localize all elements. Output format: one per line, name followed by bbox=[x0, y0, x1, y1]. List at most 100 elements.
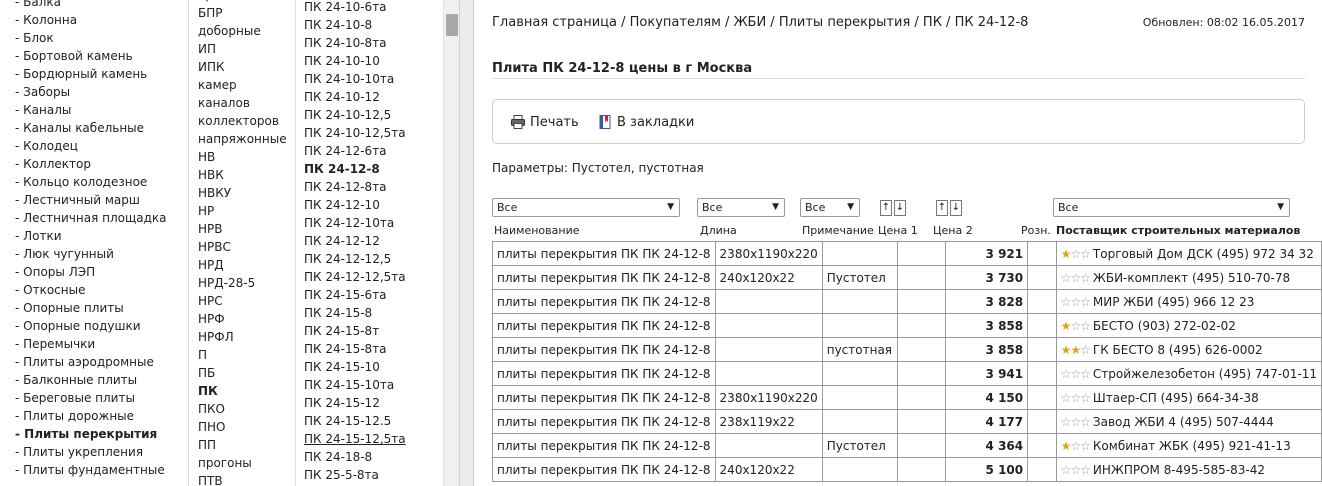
supplier-name[interactable]: Стройжелезобетон (495) 747-01-11 bbox=[1093, 367, 1317, 381]
model-item[interactable]: ПК 24-10-8та bbox=[304, 34, 406, 52]
type-item[interactable]: П bbox=[198, 346, 287, 364]
supplier-name[interactable]: Штаер-СП (495) 664-34-38 bbox=[1093, 391, 1259, 405]
table-row[interactable]: плиты перекрытия ПК ПК 24-12-8 238x119x22… bbox=[492, 409, 1322, 434]
category-item[interactable]: - Кольцо колодезное bbox=[15, 173, 167, 191]
type-item[interactable]: НРФ bbox=[198, 310, 287, 328]
model-item[interactable]: ПК 24-10-10 bbox=[304, 52, 406, 70]
category-item[interactable]: - Балка bbox=[15, 0, 167, 11]
type-item[interactable]: ПК bbox=[198, 382, 287, 400]
type-item[interactable]: НВКУ bbox=[198, 184, 287, 202]
type-item[interactable]: ПТВ bbox=[198, 472, 287, 486]
cell-supplier[interactable]: ★☆☆ Комбинат ЖБК (495) 921-41-13 bbox=[1055, 433, 1322, 458]
model-item[interactable]: ПК 24-15-8т bbox=[304, 322, 406, 340]
category-item[interactable]: - Опорные подушки bbox=[15, 317, 167, 335]
breadcrumb[interactable]: Главная страница / Покупателям / ЖБИ / П… bbox=[492, 15, 1028, 30]
category-item[interactable]: - Береговые плиты bbox=[15, 389, 167, 407]
supplier-name[interactable]: ГК БЕСТО 8 (495) 626-0002 bbox=[1093, 343, 1263, 357]
supplier-name[interactable]: ЖБИ-комплект (495) 510-70-78 bbox=[1093, 271, 1290, 285]
model-item[interactable]: ПК 24-10-12,5 bbox=[304, 106, 406, 124]
table-row[interactable]: плиты перекрытия ПК ПК 24-12-8 3 941 ☆☆☆ Ст… bbox=[492, 361, 1322, 386]
cell-supplier[interactable]: ☆☆☆ ЖБИ-комплект (495) 510-70-78 bbox=[1055, 265, 1322, 290]
type-item[interactable]: ИП bbox=[198, 40, 287, 58]
cell-supplier[interactable]: ☆☆☆ Завод ЖБИ 4 (495) 507-4444 bbox=[1055, 409, 1322, 434]
model-item[interactable]: ПК 25-5-8та bbox=[304, 466, 406, 484]
type-item[interactable]: доборные bbox=[198, 22, 287, 40]
model-item[interactable]: ПК 24-15-12.5 bbox=[304, 412, 406, 430]
model-item[interactable]: ПК 24-10-10та bbox=[304, 70, 406, 88]
type-item[interactable]: коллекторов bbox=[198, 112, 287, 130]
model-item[interactable]: ПК 24-15-10 bbox=[304, 358, 406, 376]
type-item[interactable]: каналов bbox=[198, 94, 287, 112]
length-filter-select[interactable]: Все ▼ bbox=[697, 198, 785, 217]
category-item[interactable]: - Плиты фундаментные bbox=[15, 461, 167, 479]
type-item[interactable]: НР bbox=[198, 202, 287, 220]
name-filter-select[interactable]: Все ▼ bbox=[492, 198, 680, 217]
cell-supplier[interactable]: ☆☆☆ Стройжелезобетон (495) 747-01-11 bbox=[1055, 361, 1322, 386]
category-item[interactable]: - Опорные плиты bbox=[15, 299, 167, 317]
model-item[interactable]: ПК 24-15-12,5та bbox=[304, 430, 406, 448]
type-item[interactable]: НРД bbox=[198, 256, 287, 274]
model-item[interactable]: ПК 24-12-8та bbox=[304, 178, 406, 196]
category-item[interactable]: - Лестничная площадка bbox=[15, 209, 167, 227]
sort-desc-icon[interactable]: ↓ bbox=[894, 200, 906, 216]
cell-supplier[interactable]: ☆☆☆ ИНЖПРОМ 8-495-585-83-42 bbox=[1055, 457, 1322, 482]
category-item[interactable]: - Плиты укрепления bbox=[15, 443, 167, 461]
category-item[interactable]: - Плиты аэродромные bbox=[15, 353, 167, 371]
category-item[interactable]: - Коллектор bbox=[15, 155, 167, 173]
table-row[interactable]: плиты перекрытия ПК ПК 24-12-8 пустотная 3… bbox=[492, 337, 1322, 362]
category-item[interactable]: - Балконные плиты bbox=[15, 371, 167, 389]
table-row[interactable]: плиты перекрытия ПК ПК 24-12-8 2380x1190x… bbox=[492, 385, 1322, 410]
category-item[interactable]: - Каналы кабельные bbox=[15, 119, 167, 137]
model-item[interactable]: ПК 24-15-6та bbox=[304, 286, 406, 304]
table-row[interactable]: плиты перекрытия ПК ПК 24-12-8 Пустотел 4 … bbox=[492, 433, 1322, 458]
category-item[interactable]: - Откосные bbox=[15, 281, 167, 299]
category-item[interactable]: - Колодец bbox=[15, 137, 167, 155]
supplier-name[interactable]: Торговый Дом ДСК (495) 972 34 32 bbox=[1093, 247, 1314, 261]
type-item[interactable]: БПР bbox=[198, 4, 287, 22]
model-item[interactable]: ПК 24-15-8 bbox=[304, 304, 406, 322]
model-item[interactable]: ПК 24-12-12,5 bbox=[304, 250, 406, 268]
sort-asc-icon[interactable]: ↑ bbox=[880, 200, 892, 216]
category-item[interactable]: - Перемычки bbox=[15, 335, 167, 353]
model-item[interactable]: ПК 24-15-8та bbox=[304, 340, 406, 358]
cell-supplier[interactable]: ★☆☆ БЕСТО (903) 272-02-02 bbox=[1055, 313, 1322, 338]
table-row[interactable]: плиты перекрытия ПК ПК 24-12-8 240x120x22… bbox=[492, 457, 1322, 482]
type-item[interactable]: прогоны bbox=[198, 454, 287, 472]
type-item[interactable]: ПНО bbox=[198, 418, 287, 436]
model-item[interactable]: ПК 24-10-12,5та bbox=[304, 124, 406, 142]
category-item[interactable]: - Лестничный марш bbox=[15, 191, 167, 209]
type-item[interactable]: ПП bbox=[198, 436, 287, 454]
model-item[interactable]: ПК 24-12-10 bbox=[304, 196, 406, 214]
model-item[interactable]: ПК 24-18-8 bbox=[304, 448, 406, 466]
sort-asc-icon[interactable]: ↑ bbox=[936, 200, 948, 216]
model-item[interactable]: ПК 24-15-10та bbox=[304, 376, 406, 394]
model-item[interactable]: ПК 24-12-8 bbox=[304, 160, 406, 178]
model-item[interactable]: ПК 24-10-6та bbox=[304, 0, 406, 16]
sort-desc-icon[interactable]: ↓ bbox=[950, 200, 962, 216]
bookmark-button[interactable]: В закладки bbox=[597, 114, 694, 130]
print-button[interactable]: Печать bbox=[510, 114, 579, 130]
supplier-name[interactable]: МИР ЖБИ (495) 966 12 23 bbox=[1093, 295, 1254, 309]
type-item[interactable]: ПБ bbox=[198, 364, 287, 382]
category-item[interactable]: - Бортовой камень bbox=[15, 47, 167, 65]
type-item[interactable]: НРС bbox=[198, 292, 287, 310]
category-item[interactable]: - Заборы bbox=[15, 83, 167, 101]
supplier-name[interactable]: Комбинат ЖБК (495) 921-41-13 bbox=[1093, 439, 1291, 453]
category-item[interactable]: - Плиты перекрытия bbox=[15, 425, 167, 443]
type-item[interactable]: камер bbox=[198, 76, 287, 94]
parameters-value[interactable]: Пустотел, пустотная bbox=[572, 161, 704, 175]
type-item[interactable]: ИПК bbox=[198, 58, 287, 76]
type-item[interactable]: напряжонные bbox=[198, 130, 287, 148]
type-item[interactable]: ПКО bbox=[198, 400, 287, 418]
table-row[interactable]: плиты перекрытия ПК ПК 24-12-8 2380x1190x… bbox=[492, 241, 1322, 266]
model-item[interactable]: ПК 24-12-10та bbox=[304, 214, 406, 232]
category-item[interactable]: - Колонна bbox=[15, 11, 167, 29]
model-item[interactable]: ПК 24-10-8 bbox=[304, 16, 406, 34]
type-item[interactable]: НРД-28-5 bbox=[198, 274, 287, 292]
supplier-filter-select[interactable]: Все ▼ bbox=[1053, 198, 1290, 217]
category-item[interactable]: - Опоры ЛЭП bbox=[15, 263, 167, 281]
model-item[interactable]: ПК 24-12-12 bbox=[304, 232, 406, 250]
model-item[interactable]: ПК 24-12-12,5та bbox=[304, 268, 406, 286]
cell-supplier[interactable]: ☆☆☆ МИР ЖБИ (495) 966 12 23 bbox=[1055, 289, 1322, 314]
table-row[interactable]: плиты перекрытия ПК ПК 24-12-8 240x120x22… bbox=[492, 265, 1322, 290]
